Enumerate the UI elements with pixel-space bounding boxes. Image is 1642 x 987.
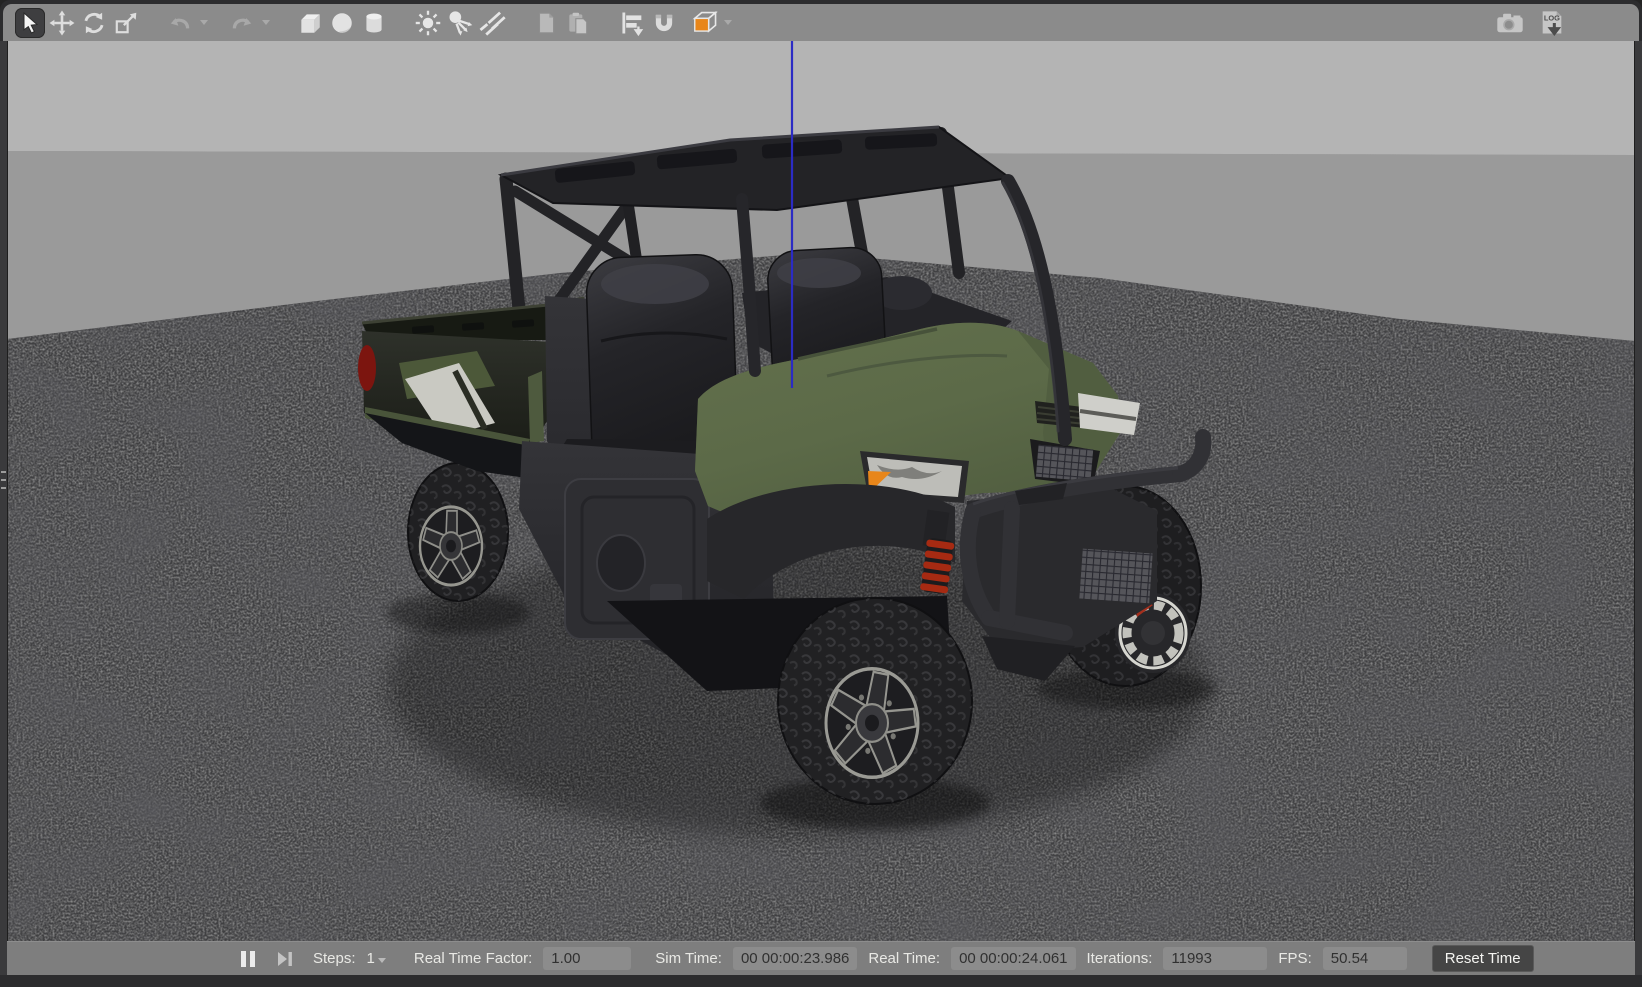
chevron-down-icon <box>378 958 386 963</box>
steps-label: Steps: <box>313 950 356 967</box>
directional-light-icon <box>477 9 507 37</box>
real-time-value: 00 00:00:24.061 <box>951 947 1075 970</box>
redo-button[interactable] <box>227 8 257 38</box>
rtf-value: 1.00 <box>543 947 631 970</box>
pause-button[interactable] <box>241 951 255 967</box>
iterations-label: Iterations: <box>1087 950 1153 967</box>
scene-render <box>7 41 1635 941</box>
scale-icon <box>113 10 139 36</box>
screenshot-button[interactable] <box>1495 8 1525 38</box>
scale-tool-button[interactable] <box>111 8 141 38</box>
undo-history-button[interactable] <box>197 8 211 38</box>
translate-tool-button[interactable] <box>47 8 77 38</box>
pause-icon <box>250 951 255 967</box>
translate-icon <box>49 10 75 36</box>
chevron-down-icon <box>200 20 208 25</box>
taillight <box>358 345 376 391</box>
spot-light-icon <box>446 9 474 37</box>
paste-icon <box>565 10 591 36</box>
window-frame-right <box>1634 41 1642 987</box>
snap-tool-button[interactable] <box>649 8 679 38</box>
rotate-icon <box>81 10 107 36</box>
panel-splitter-handle[interactable] <box>1 468 6 494</box>
chevron-down-icon <box>724 20 732 25</box>
view-angle-cube-icon <box>689 8 719 38</box>
cylinder-tool-button[interactable] <box>359 8 389 38</box>
iterations-value: 11993 <box>1163 947 1267 970</box>
real-time-label: Real Time: <box>868 950 940 967</box>
sphere-icon <box>329 10 355 36</box>
camera-icon <box>1495 10 1525 36</box>
rotate-tool-button[interactable] <box>79 8 109 38</box>
copy-button[interactable] <box>531 8 561 38</box>
box-tool-button[interactable] <box>295 8 325 38</box>
view-angle-button[interactable] <box>689 8 719 38</box>
log-record-button[interactable]: LOG <box>1537 8 1567 38</box>
point-light-button[interactable] <box>413 8 443 38</box>
rear-left-wheel <box>408 463 508 601</box>
directional-light-button[interactable] <box>477 8 507 38</box>
sim-time-value: 00 00:00:23.986 <box>733 947 857 970</box>
magnet-icon <box>650 9 678 37</box>
copy-icon <box>533 10 559 36</box>
cylinder-icon <box>361 10 387 36</box>
toolbar: LOG <box>3 4 1639 41</box>
window-frame-bottom <box>0 975 1642 987</box>
chevron-down-icon <box>262 20 270 25</box>
select-tool-button[interactable] <box>15 8 45 38</box>
sim-time-label: Sim Time: <box>655 950 722 967</box>
redo-icon <box>229 10 255 36</box>
step-icon <box>276 950 294 968</box>
gazebo-window: LOG <box>0 0 1642 987</box>
step-button[interactable] <box>276 950 294 968</box>
viewport-3d[interactable] <box>7 41 1635 941</box>
point-light-icon <box>414 9 442 37</box>
log-label: LOG <box>1544 13 1560 22</box>
align-tool-button[interactable] <box>617 8 647 38</box>
undo-button[interactable] <box>165 8 195 38</box>
fps-value: 50.54 <box>1323 947 1407 970</box>
view-angle-menu-button[interactable] <box>721 8 735 38</box>
reset-time-button[interactable]: Reset Time <box>1432 945 1534 972</box>
simulation-statusbar: Steps: 1 Real Time Factor: 1.00 Sim Time… <box>7 941 1635 975</box>
align-icon <box>618 9 646 37</box>
fps-label: FPS: <box>1278 950 1311 967</box>
window-frame-left <box>0 41 8 987</box>
pause-icon <box>241 951 246 967</box>
steps-value[interactable]: 1 <box>367 950 386 967</box>
log-icon: LOG <box>1538 9 1566 37</box>
select-arrow-icon <box>18 11 42 35</box>
paste-button[interactable] <box>563 8 593 38</box>
bumper-mesh <box>1079 549 1152 604</box>
bed-green-trim <box>528 371 544 443</box>
redo-history-button[interactable] <box>259 8 273 38</box>
front-left-wheel <box>778 598 972 804</box>
box-icon <box>297 10 323 36</box>
spot-light-button[interactable] <box>445 8 475 38</box>
undo-icon <box>167 10 193 36</box>
sphere-tool-button[interactable] <box>327 8 357 38</box>
rtf-label: Real Time Factor: <box>414 950 532 967</box>
